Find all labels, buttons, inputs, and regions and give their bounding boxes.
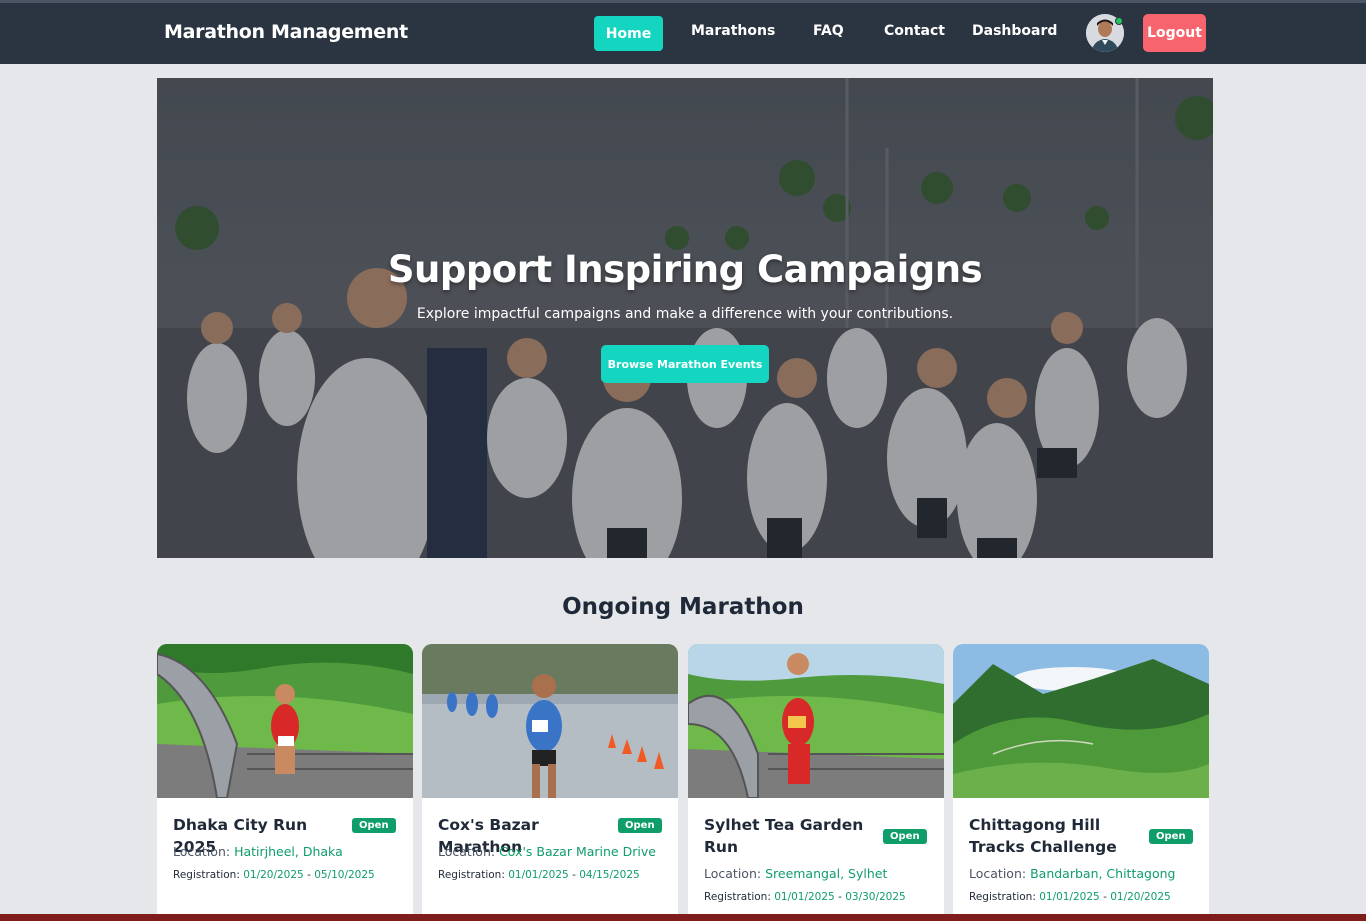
card-registration: Registration: 01/01/2025 - 01/20/2025	[969, 891, 1171, 903]
card-location: Location: Bandarban, Chittagong	[969, 866, 1175, 881]
card-registration: Registration: 01/20/2025 - 05/10/2025	[173, 869, 375, 881]
registration-start: 01/01/2025	[774, 891, 835, 903]
browse-marathons-button[interactable]: Browse Marathon Events	[601, 345, 769, 383]
bottom-border	[0, 914, 1366, 921]
location-label: Location:	[704, 866, 762, 881]
hero-title: Support Inspiring Campaigns	[387, 248, 983, 291]
marathon-card[interactable]: Dhaka City Run 2025 Open Location: Hatir…	[157, 644, 413, 921]
registration-separator: -	[568, 869, 580, 881]
nav-marathons[interactable]: Marathons	[691, 23, 775, 39]
location-value: Sreemangal, Sylhet	[765, 866, 888, 881]
registration-start: 01/20/2025	[243, 869, 304, 881]
registration-end: 03/30/2025	[845, 891, 906, 903]
hero-banner: Support Inspiring Campaigns Explore impa…	[157, 78, 1213, 558]
marathon-card-image	[157, 644, 413, 798]
section-title: Ongoing Marathon	[562, 594, 804, 620]
card-title: Chittagong Hill Tracks Challenge	[969, 816, 1117, 856]
marathon-card[interactable]: Cox's Bazar Marathon Open Location: Cox'…	[422, 644, 678, 921]
registration-label: Registration:	[438, 869, 505, 881]
marathon-card[interactable]: Sylhet Tea Garden Run Open Location: Sre…	[688, 644, 944, 921]
registration-end: 05/10/2025	[314, 869, 375, 881]
card-registration: Registration: 01/01/2025 - 03/30/2025	[704, 891, 906, 903]
registration-start: 01/01/2025	[1039, 891, 1100, 903]
nav-home[interactable]: Home	[594, 16, 663, 51]
status-badge: Open	[883, 829, 927, 844]
registration-end: 04/15/2025	[579, 869, 640, 881]
registration-label: Registration:	[173, 869, 240, 881]
card-location: Location: Hatirjheel, Dhaka	[173, 844, 343, 859]
location-value: Cox's Bazar Marine Drive	[499, 844, 656, 859]
location-label: Location:	[969, 866, 1027, 881]
marathon-card-image	[953, 644, 1209, 798]
registration-separator: -	[303, 869, 315, 881]
marathon-card-image	[422, 644, 678, 798]
registration-label: Registration:	[969, 891, 1036, 903]
online-status-dot	[1115, 17, 1123, 25]
status-badge: Open	[618, 818, 662, 833]
hero-subtitle: Explore impactful campaigns and make a d…	[416, 306, 954, 322]
nav-contact[interactable]: Contact	[884, 23, 945, 39]
registration-separator: -	[1099, 891, 1111, 903]
brand-logo[interactable]: Marathon Management	[164, 21, 408, 43]
nav-faq[interactable]: FAQ	[813, 23, 844, 39]
location-value: Bandarban, Chittagong	[1030, 866, 1176, 881]
card-location: Location: Cox's Bazar Marine Drive	[438, 844, 656, 859]
navbar: Marathon Management Home Marathons FAQ C…	[0, 3, 1366, 64]
marathon-card-image	[688, 644, 944, 798]
status-badge: Open	[1149, 829, 1193, 844]
card-registration: Registration: 01/01/2025 - 04/15/2025	[438, 869, 640, 881]
registration-separator: -	[834, 891, 846, 903]
location-label: Location:	[438, 844, 496, 859]
card-location: Location: Sreemangal, Sylhet	[704, 866, 887, 881]
card-title: Sylhet Tea Garden Run	[704, 816, 864, 856]
registration-label: Registration:	[704, 891, 771, 903]
status-badge: Open	[352, 818, 396, 833]
location-value: Hatirjheel, Dhaka	[234, 844, 343, 859]
logout-button[interactable]: Logout	[1143, 14, 1206, 52]
marathon-card[interactable]: Chittagong Hill Tracks Challenge Open Lo…	[953, 644, 1209, 921]
registration-end: 01/20/2025	[1110, 891, 1171, 903]
location-label: Location:	[173, 844, 231, 859]
nav-dashboard[interactable]: Dashboard	[972, 23, 1057, 39]
registration-start: 01/01/2025	[508, 869, 569, 881]
